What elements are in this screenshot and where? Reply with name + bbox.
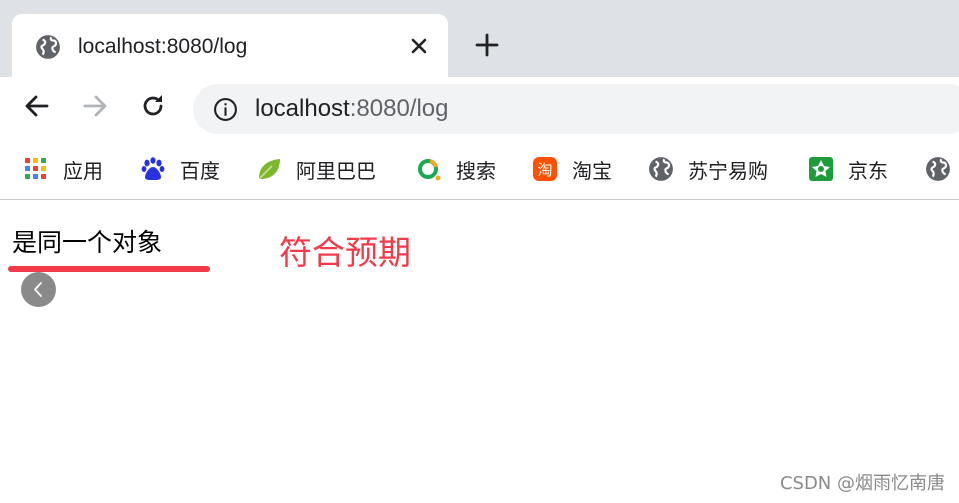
bookmark-label: 百度 <box>180 158 220 183</box>
bookmark-alibaba[interactable]: 阿里巴巴 <box>256 154 376 184</box>
bookmark-label: 搜索 <box>456 158 496 183</box>
bookmark-baidu[interactable]: 百度 <box>140 154 220 184</box>
globe-icon <box>926 157 950 181</box>
scroll-back-button[interactable] <box>21 272 56 307</box>
bookmark-more[interactable] <box>925 154 951 184</box>
bookmark-label: 应用 <box>63 158 103 183</box>
globe-icon <box>649 157 673 181</box>
browser-tab[interactable]: localhost:8080/log <box>12 14 448 77</box>
taobao-icon: 淘 <box>533 157 557 181</box>
info-icon[interactable] <box>213 97 238 122</box>
search-ring-icon <box>418 159 441 181</box>
new-tab-button[interactable] <box>474 32 500 58</box>
navigation-toolbar: localhost:8080/log <box>0 77 959 139</box>
browser-window: localhost:8080/log localhost:8080/log 应用… <box>0 0 959 503</box>
bookmark-apps[interactable]: 应用 <box>23 154 103 184</box>
bookmark-jd[interactable]: 京东 <box>808 154 888 184</box>
page-content: 是同一个对象 符合预期 CSDN @烟雨忆南唐 <box>0 201 959 503</box>
globe-icon <box>36 35 60 59</box>
close-icon[interactable] <box>408 35 430 57</box>
jd-icon <box>809 157 833 181</box>
bookmark-search[interactable]: 搜索 <box>416 154 496 184</box>
back-arrow-icon[interactable] <box>22 91 52 121</box>
bookmark-label: 淘宝 <box>572 158 612 183</box>
apps-grid-icon <box>25 158 46 179</box>
address-bar[interactable]: localhost:8080/log <box>193 84 959 134</box>
bookmark-label: 阿里巴巴 <box>296 158 376 183</box>
reload-icon[interactable] <box>138 91 168 121</box>
forward-arrow-icon[interactable] <box>80 91 110 121</box>
bookmark-label: 京东 <box>848 158 888 183</box>
bookmarks-bar: 应用 百度 阿里巴巴 搜索 淘 淘宝 苏宁易购 京东 <box>0 139 959 200</box>
bookmark-suning[interactable]: 苏宁易购 <box>648 154 768 184</box>
baidu-paw-icon <box>141 157 165 180</box>
output-text: 是同一个对象 <box>12 228 163 257</box>
tab-title: localhost:8080/log <box>78 35 248 58</box>
alibaba-leaf-icon <box>259 159 280 179</box>
tab-strip: localhost:8080/log <box>0 0 959 77</box>
bookmark-taobao[interactable]: 淘 淘宝 <box>532 154 612 184</box>
url-path: :8080/log <box>349 95 449 122</box>
url-host: localhost <box>255 95 350 122</box>
url-text[interactable]: localhost:8080/log <box>255 94 449 124</box>
svg-text:淘: 淘 <box>537 161 552 179</box>
annotation-text: 符合预期 <box>279 233 411 272</box>
watermark: CSDN @烟雨忆南唐 <box>779 473 945 494</box>
chevron-left-icon <box>34 282 42 297</box>
bookmark-label: 苏宁易购 <box>688 158 768 183</box>
